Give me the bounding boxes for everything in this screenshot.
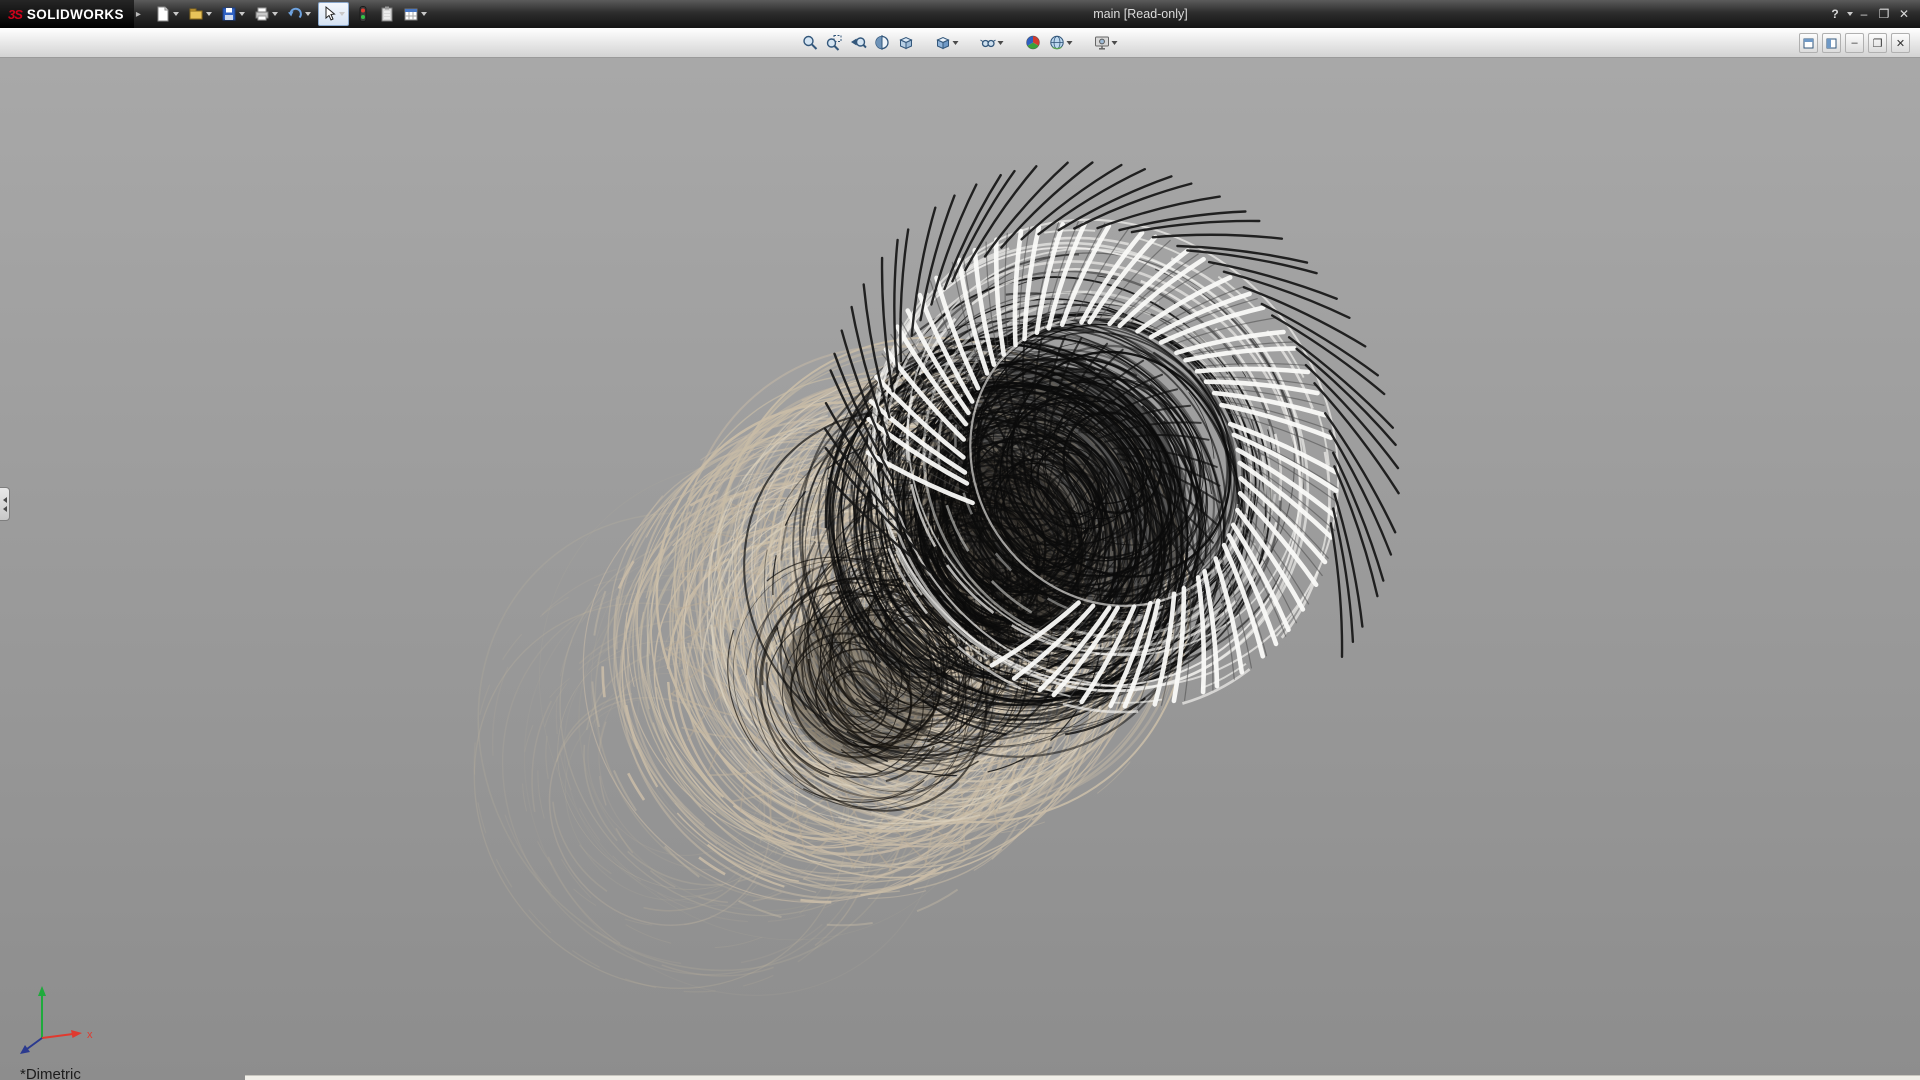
zoom-to-area-icon [826, 34, 843, 51]
options-dropdown-arrow[interactable] [420, 2, 429, 26]
collapse-arrow-icon [3, 497, 7, 503]
document-window-controls: – ❐ ✕ [1799, 28, 1910, 58]
view-orientation-button[interactable] [896, 30, 917, 56]
window-pane-button-2[interactable] [1822, 33, 1841, 53]
close-button[interactable]: ✕ [1894, 3, 1914, 25]
window-controls: ? – ❐ ✕ [1825, 0, 1920, 28]
doc-restore-button[interactable]: ❐ [1868, 33, 1887, 53]
triad-x-label: x [87, 1029, 93, 1041]
window-pane-icon [1803, 38, 1814, 49]
print-icon [253, 5, 271, 23]
open-dropdown-arrow[interactable] [205, 2, 214, 26]
undo-dropdown-arrow[interactable] [304, 2, 313, 26]
previous-view-button[interactable] [848, 30, 869, 56]
window-pane-icon [1826, 38, 1837, 49]
select-button[interactable] [318, 2, 349, 26]
select-cursor-icon [320, 5, 338, 23]
section-view-button[interactable] [872, 30, 893, 56]
undo-icon [286, 5, 304, 23]
view-settings-icon [1094, 34, 1111, 51]
print-dropdown-arrow[interactable] [271, 2, 280, 26]
options-button[interactable] [401, 2, 430, 26]
solidworks-brand-text: SOLIDWORKS [27, 7, 124, 22]
document-title: main [Read-only] [1093, 0, 1188, 28]
window-pane-button-1[interactable] [1799, 33, 1818, 53]
options-table-icon [402, 5, 420, 23]
titlebar-toolbar [153, 2, 430, 26]
save-dropdown-arrow[interactable] [238, 2, 247, 26]
collapse-arrow-icon [3, 506, 7, 512]
view-orientation-icon [898, 34, 915, 51]
new-button[interactable] [153, 2, 182, 26]
app-logo[interactable]: 3S SOLIDWORKS [0, 0, 134, 28]
edit-appearance-icon [1025, 34, 1042, 51]
rebuild-traffic-light-icon [354, 5, 372, 23]
triad-x-axis: x [42, 1029, 93, 1041]
open-button[interactable] [186, 2, 215, 26]
display-style-icon [935, 34, 952, 51]
edit-appearance-button[interactable] [1023, 30, 1044, 56]
section-view-icon [874, 34, 891, 51]
minimize-button[interactable]: – [1854, 3, 1874, 25]
display-style-dropdown-arrow[interactable] [952, 30, 960, 56]
undo-button[interactable] [285, 2, 314, 26]
menu-expand-arrow[interactable]: ▸ [136, 9, 141, 20]
select-dropdown-arrow[interactable] [338, 2, 347, 26]
engine-wireframe [0, 58, 1920, 1080]
dassault-3ds-logo-icon: 3S [8, 7, 22, 22]
statusbar-strip [245, 1075, 1920, 1080]
help-dropdown-arrow[interactable] [1845, 2, 1854, 26]
headsup-center-group [792, 30, 1129, 56]
triad-z-axis [20, 1038, 42, 1054]
display-style-group [933, 30, 962, 56]
file-properties-icon [378, 5, 396, 23]
open-folder-icon [187, 5, 205, 23]
view-settings-group [1092, 30, 1121, 56]
app-titlebar: 3S SOLIDWORKS ▸ [0, 0, 1920, 28]
help-button[interactable]: ? [1825, 3, 1845, 25]
hide-show-items-icon [980, 34, 997, 51]
save-button[interactable] [219, 2, 248, 26]
zoom-to-fit-button[interactable] [800, 30, 821, 56]
view-settings-button[interactable] [1092, 30, 1121, 56]
zoom-to-area-button[interactable] [824, 30, 845, 56]
apply-scene-icon [1049, 34, 1066, 51]
hide-show-group [978, 30, 1007, 56]
rebuild-button[interactable] [353, 2, 373, 26]
doc-close-button[interactable]: ✕ [1891, 33, 1910, 53]
apply-scene-dropdown-arrow[interactable] [1066, 30, 1074, 56]
triad-y-axis [38, 986, 46, 1038]
save-icon [220, 5, 238, 23]
appearance-group [1023, 30, 1076, 56]
print-button[interactable] [252, 2, 281, 26]
zoom-tools-group [800, 30, 917, 56]
display-style-button[interactable] [933, 30, 962, 56]
view-settings-dropdown-arrow[interactable] [1111, 30, 1119, 56]
headsup-view-toolbar: – ❐ ✕ [0, 28, 1920, 58]
restore-button[interactable]: ❐ [1874, 3, 1894, 25]
graphics-viewport[interactable]: x *Dimetric [0, 58, 1920, 1080]
previous-view-icon [850, 34, 867, 51]
orientation-triad: x [4, 966, 104, 1066]
featuremanager-collapsed-tab[interactable] [0, 487, 10, 521]
new-document-icon [154, 5, 172, 23]
file-properties-button[interactable] [377, 2, 397, 26]
new-dropdown-arrow[interactable] [172, 2, 181, 26]
view-orientation-label: *Dimetric [20, 1068, 81, 1080]
apply-scene-button[interactable] [1047, 30, 1076, 56]
zoom-to-fit-icon [802, 34, 819, 51]
doc-minimize-button[interactable]: – [1845, 33, 1864, 53]
hide-show-items-button[interactable] [978, 30, 1007, 56]
hide-show-dropdown-arrow[interactable] [997, 30, 1005, 56]
